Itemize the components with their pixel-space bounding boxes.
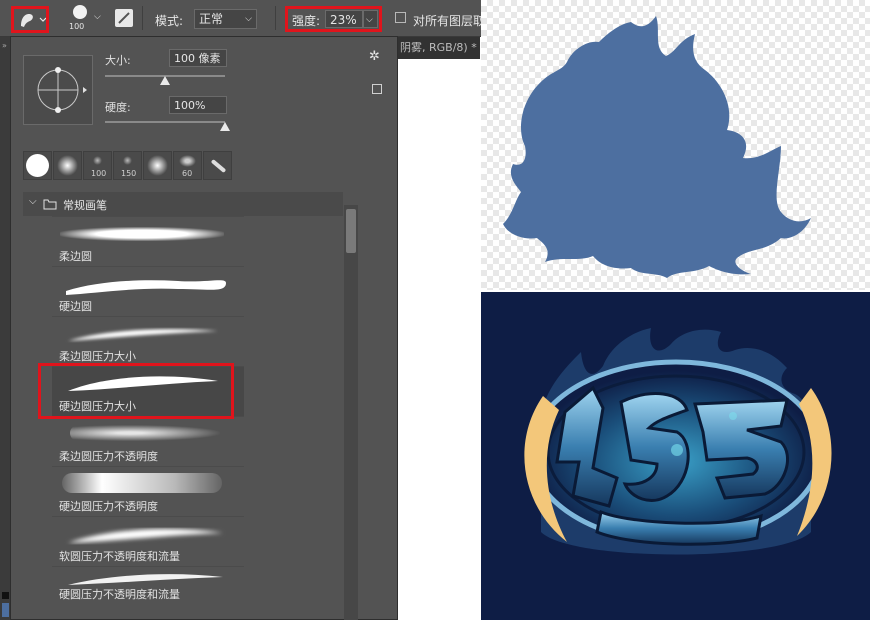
recent-brush-angled[interactable] (203, 151, 232, 180)
sample-all-layers-label: 对所有图层取 (413, 14, 486, 28)
brush-group-header[interactable]: ⌵ 常规画笔 (23, 192, 343, 216)
canvas-area (398, 59, 480, 620)
brush-stroke-preview (60, 227, 224, 241)
scrollbar-thumb[interactable] (346, 209, 356, 253)
brush-stroke-preview (68, 329, 218, 341)
chevron-down-icon[interactable]: ⌵ (94, 12, 101, 22)
strength-dropdown-chevron-icon[interactable]: ⌵ (363, 10, 378, 28)
recent-brush-60[interactable]: 60 (173, 151, 202, 180)
selected-brush-highlight (38, 363, 234, 419)
brush-size-picker[interactable]: 100 (67, 3, 95, 33)
gear-icon[interactable]: ✲ (369, 49, 380, 64)
chevron-down-icon: ⌵ (245, 14, 252, 24)
recent-brush-soft-large[interactable] (143, 151, 172, 180)
brush-label: 软圆压力不透明度和流量 (59, 550, 180, 563)
divider (142, 6, 143, 30)
brush-item[interactable]: 硬圆压力不透明度和流量 (52, 566, 244, 601)
brush-settings-panel-button[interactable] (115, 9, 133, 27)
background-color-swatch[interactable] (2, 603, 9, 617)
scrollbar-track[interactable] (344, 205, 358, 620)
game-logo-artwork (481, 292, 870, 620)
foreground-color-swatch[interactable] (2, 592, 9, 599)
brush-stroke-preview (70, 425, 220, 441)
divider (275, 6, 276, 30)
toolbar-strip: » (0, 37, 10, 620)
preset-size-label: 100 (91, 169, 107, 178)
size-label: 大小: (105, 54, 131, 67)
hardness-input[interactable]: 100% (169, 96, 227, 114)
recent-brush-soft-round[interactable] (53, 151, 82, 180)
brush-angle-roundness-icon (37, 67, 87, 113)
sample-all-layers-checkbox[interactable] (395, 12, 406, 23)
recent-brush-100[interactable]: 100 (83, 151, 112, 180)
recent-brush-150[interactable]: 150 (113, 151, 142, 180)
recent-brush-hard-round[interactable] (23, 151, 52, 180)
size-slider-thumb[interactable] (160, 76, 170, 85)
brush-item[interactable]: 硬边圆 (52, 266, 244, 316)
logo-illustration (481, 292, 870, 620)
brush-item[interactable]: 柔边圆 (52, 216, 244, 266)
folder-icon (43, 199, 57, 210)
brush-panel-icon (118, 12, 130, 24)
options-bar: 100 ⌵ 模式: 正常 ⌵ 强度: 23% ⌵ 对所有图层取 (0, 0, 485, 37)
chevron-down-icon: ⌵ (29, 196, 37, 207)
brush-item[interactable]: 柔边圆压力大小 (52, 316, 244, 366)
size-input[interactable]: 100 像素 (169, 49, 227, 67)
document-tab[interactable]: 阴雾, RGB/8) * (398, 37, 480, 59)
brush-item[interactable]: 柔边圆压力不透明度 (52, 416, 244, 466)
shape-silhouette-image (481, 0, 870, 290)
smudge-finger-icon (21, 14, 46, 27)
mode-dropdown[interactable]: 正常 ⌵ (194, 9, 257, 29)
brush-label: 硬边圆压力不透明度 (59, 500, 158, 513)
hardness-slider-track[interactable] (105, 121, 225, 123)
mode-label: 模式: (155, 14, 184, 28)
strength-label: 强度: (292, 14, 321, 28)
smudge-tool-preset-button[interactable] (11, 6, 49, 33)
brush-label: 柔边圆 (59, 250, 92, 263)
brush-label: 柔边圆压力大小 (59, 350, 136, 363)
brush-group-name: 常规画笔 (63, 199, 107, 212)
brush-size-value: 100 (69, 22, 85, 31)
brush-item[interactable]: 硬边圆压力不透明度 (52, 466, 244, 516)
strength-input[interactable]: 23% (325, 10, 363, 28)
brush-label: 柔边圆压力不透明度 (59, 450, 158, 463)
recent-brushes-row: 100 150 60 (23, 149, 243, 183)
document-tab-title: 阴雾, RGB/8) * (400, 41, 477, 54)
flame-shape-illustration (503, 16, 811, 278)
new-preset-icon[interactable] (372, 84, 382, 94)
mode-value: 正常 (199, 12, 224, 26)
brush-label: 硬圆压力不透明度和流量 (59, 588, 180, 601)
brush-stroke-preview (62, 473, 222, 493)
brush-angle-preview[interactable] (23, 55, 93, 125)
brush-stroke-preview (66, 280, 226, 295)
brush-item[interactable]: 软圆压力不透明度和流量 (52, 516, 244, 566)
preset-size-label: 60 (182, 169, 193, 178)
preset-size-label: 150 (121, 169, 137, 178)
hardness-slider-thumb[interactable] (220, 122, 230, 131)
hardness-label: 硬度: (105, 101, 131, 114)
collapse-arrows-icon[interactable]: » (2, 41, 7, 50)
brush-stroke-preview (68, 528, 223, 543)
brush-tip-icon (73, 5, 87, 19)
brush-label: 硬边圆 (59, 300, 92, 313)
